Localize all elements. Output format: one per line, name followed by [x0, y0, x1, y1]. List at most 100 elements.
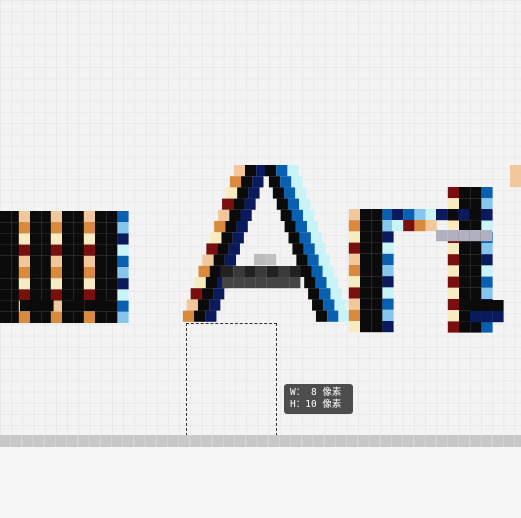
- pixel: [214, 221, 226, 233]
- pixel: [194, 277, 206, 289]
- pixel: [459, 299, 471, 311]
- pixel: [459, 276, 471, 288]
- pixel: [492, 311, 504, 323]
- pixel: [382, 209, 394, 221]
- pixel: [330, 288, 342, 300]
- pixel: [481, 276, 493, 288]
- pixel: [50, 222, 62, 234]
- pixel: [0, 255, 12, 267]
- pixel: [245, 165, 257, 177]
- pixel: [371, 309, 383, 321]
- pixel: [95, 267, 107, 279]
- pixel: [106, 278, 118, 290]
- pixel: [458, 209, 470, 221]
- pixel: [348, 265, 360, 277]
- pixel: [265, 165, 277, 177]
- pixel: [459, 310, 471, 322]
- pixel: [182, 310, 195, 322]
- pixel: [470, 265, 482, 277]
- pixel: [447, 310, 459, 322]
- pixel: [106, 300, 118, 312]
- horizontal-scrollbar[interactable]: [0, 435, 521, 447]
- marquee-selection[interactable]: [186, 323, 277, 436]
- pixel: [41, 289, 53, 301]
- pixel: [360, 220, 372, 232]
- pixel: [447, 209, 459, 221]
- pixel: [360, 209, 372, 221]
- pixel: [41, 267, 53, 279]
- pixel: [348, 231, 360, 243]
- pixel: [18, 233, 30, 245]
- pixel: [371, 287, 383, 299]
- pixel: [360, 265, 372, 277]
- pixel: [30, 311, 42, 323]
- pixel: [311, 265, 323, 277]
- pixel: [201, 288, 214, 300]
- pixel: [83, 311, 95, 323]
- pixel: [50, 278, 62, 290]
- pixel: [41, 233, 53, 245]
- pixel: [106, 244, 118, 256]
- pixel: [403, 220, 415, 232]
- pixel: [0, 289, 12, 301]
- pixel: [459, 254, 471, 266]
- pixel: [447, 265, 459, 277]
- pixel: [392, 209, 404, 221]
- pixel: [348, 209, 360, 221]
- pixel: [288, 232, 300, 244]
- pixel: [287, 165, 299, 177]
- pixel: [371, 276, 383, 288]
- pixel: [41, 222, 53, 234]
- pixel: [222, 277, 234, 289]
- pixel: [360, 287, 372, 299]
- pixel: [312, 299, 324, 311]
- pixel: [18, 222, 30, 234]
- pixel: [73, 222, 85, 234]
- pixel: [41, 211, 53, 223]
- pixel: [307, 221, 319, 233]
- pixel: [481, 265, 493, 277]
- pixel: [481, 300, 493, 312]
- pixel: [458, 230, 470, 242]
- pixel: [295, 221, 307, 233]
- pixel: [62, 278, 74, 290]
- pixel: [106, 233, 118, 245]
- pixel: [18, 311, 30, 323]
- pixel: [83, 222, 95, 234]
- pixel: [83, 244, 95, 256]
- pixel: [30, 244, 42, 256]
- pixel: [117, 233, 129, 245]
- pixel: [469, 230, 481, 242]
- pixel: [348, 253, 360, 265]
- pixel: [0, 244, 12, 256]
- pixel: [62, 311, 74, 323]
- pixel: [382, 231, 394, 243]
- pixel: [447, 187, 459, 199]
- pixel: [303, 243, 315, 255]
- pixel: [470, 243, 482, 255]
- pixel: [299, 232, 311, 244]
- pixel: [106, 311, 118, 323]
- pixel: [295, 187, 307, 199]
- pixel: [266, 266, 278, 278]
- pixel: [371, 265, 383, 277]
- pixel: [348, 321, 360, 333]
- pixel: [30, 211, 42, 223]
- pixel: [348, 242, 360, 254]
- pixel: [62, 233, 74, 245]
- pixel: [0, 267, 12, 279]
- pixel: [371, 231, 383, 243]
- pixel: [447, 321, 459, 333]
- pixel: [382, 242, 394, 254]
- pixel: [50, 211, 62, 223]
- pixel: [278, 266, 290, 278]
- pixel: [73, 267, 85, 279]
- pixel: [481, 321, 493, 333]
- pixel: [470, 287, 482, 299]
- pixel: [41, 255, 53, 267]
- pixel: [222, 198, 234, 210]
- pixel: [447, 198, 459, 210]
- pixel: [240, 209, 252, 221]
- pixel: [18, 244, 30, 256]
- pixel: [382, 321, 394, 333]
